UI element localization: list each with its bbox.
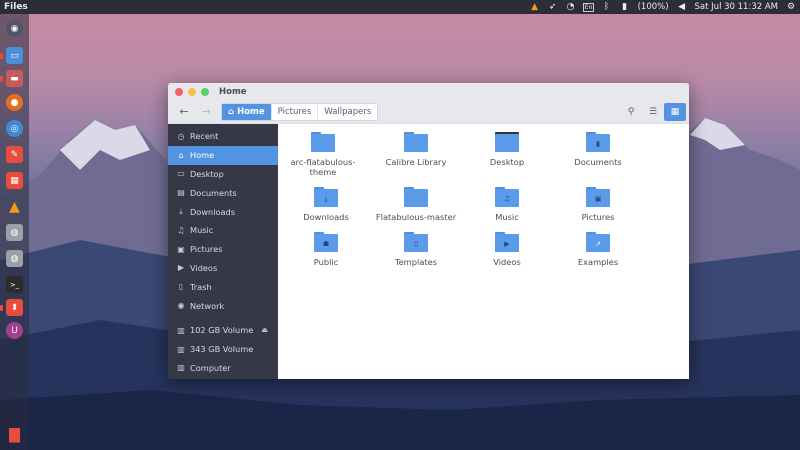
eject-icon[interactable]: ⏏: [261, 326, 268, 334]
downloads-folder-icon: ⤓: [314, 187, 338, 207]
ubuntu-dash-icon[interactable]: ◉: [6, 20, 23, 37]
sidebar-item-desktop[interactable]: ▭ Desktop: [168, 165, 278, 184]
folder-icon: [404, 132, 428, 152]
keyboard-layout-icon[interactable]: En: [580, 0, 598, 14]
desktop-launcher-icon[interactable]: ▭: [6, 47, 23, 64]
search-button[interactable]: ⚲: [620, 103, 642, 121]
computer-icon: ▥: [177, 363, 185, 373]
folder-item[interactable]: Flatabulous-master: [371, 187, 461, 222]
folder-item[interactable]: ☗ Public: [281, 232, 371, 267]
download-icon: ⤓: [179, 206, 183, 216]
sidebar-item-volume-343[interactable]: ▥ 343 GB Volume: [168, 340, 278, 359]
sidebar-item-videos[interactable]: ▶ Videos: [168, 259, 278, 278]
documents-folder-icon: ▮: [586, 132, 610, 152]
folder-item[interactable]: Calibre Library: [371, 132, 461, 167]
titlebar[interactable]: Home: [168, 83, 689, 100]
update-icon[interactable]: U: [6, 322, 23, 339]
bluetooth-icon[interactable]: ᛒ: [598, 0, 616, 14]
sidebar-item-home[interactable]: ⌂ Home: [168, 145, 278, 165]
top-panel: Files ▲ ➶ ◔ En ᛒ ▮ (100%) ◀ Sat Jul 30 1…: [0, 0, 800, 14]
music-icon: ♫: [177, 225, 185, 235]
folder-item[interactable]: ↗ Examples: [553, 232, 643, 267]
folder-icon: [311, 132, 335, 152]
maximize-button[interactable]: [201, 87, 209, 96]
sidebar-item-music[interactable]: ♫ Music: [168, 221, 278, 240]
rocket-icon[interactable]: ➶: [544, 0, 562, 14]
sidebar-item-downloads[interactable]: ⤓ Downloads: [168, 202, 278, 221]
folder-item[interactable]: Desktop: [462, 132, 552, 167]
trash-icon: ▯: [178, 282, 184, 292]
sidebar-item-documents[interactable]: ▤ Documents: [168, 183, 278, 202]
firefox-icon[interactable]: ●: [6, 94, 23, 111]
public-folder-icon: ☗: [314, 232, 338, 252]
chromium-icon[interactable]: ◎: [6, 120, 23, 137]
folder-item[interactable]: ▮ Documents: [553, 132, 643, 167]
folder-item[interactable]: arc-flatabulous-theme: [278, 132, 368, 177]
breadcrumb-home[interactable]: ⌂ Home: [222, 103, 271, 120]
sidebar: ◷ Recent ⌂ Home ▭ Desktop ▤ Documents ⤓ Downl…: [168, 124, 278, 379]
terminal-icon[interactable]: >_: [6, 276, 23, 293]
archive-icon[interactable]: ⬍: [6, 299, 23, 316]
videos-folder-icon: ▶: [495, 232, 519, 252]
sidebar-item-network[interactable]: ◉ Network: [168, 296, 278, 315]
files-window: Home ← → ⌂ Home Pictures Wallpapers ⚲ ☰ ▦…: [168, 83, 689, 379]
folder-item[interactable]: ▶ Videos: [462, 232, 552, 267]
folder-item[interactable]: ▣ Pictures: [553, 187, 643, 222]
back-button[interactable]: ←: [173, 103, 195, 121]
home-icon: ⌂: [228, 106, 235, 117]
video-icon: ▶: [177, 263, 185, 273]
app-grid-icon[interactable]: ▦: [6, 172, 23, 189]
list-view-button[interactable]: ☰: [642, 103, 664, 121]
close-button[interactable]: [175, 87, 183, 96]
examples-folder-icon: ↗: [586, 232, 610, 252]
sidebar-item-volume-102[interactable]: ▥ 102 GB Volume ⏏: [168, 321, 278, 340]
wifi-icon[interactable]: ◔: [562, 0, 580, 14]
breadcrumb: ⌂ Home Pictures Wallpapers: [221, 102, 379, 121]
pictures-folder-icon: ▣: [586, 187, 610, 207]
app-menu-name[interactable]: Files: [0, 2, 28, 12]
templates-folder-icon: ▯: [404, 232, 428, 252]
home-icon: ⌂: [178, 150, 184, 160]
forward-button[interactable]: →: [195, 103, 217, 121]
system-tray: ▲ ➶ ◔ En ᛒ ▮ (100%) ◀ Sat Jul 30 11:32 A…: [526, 0, 800, 14]
gear-icon[interactable]: ⚙: [782, 0, 800, 14]
document-icon: ▤: [177, 188, 185, 198]
clock-icon: ◷: [177, 131, 185, 141]
folder-item[interactable]: ♫ Music: [462, 187, 552, 222]
battery-icon[interactable]: ▮: [616, 0, 634, 14]
music-folder-icon: ♫: [495, 187, 519, 207]
vlc-icon[interactable]: ▲: [6, 198, 23, 215]
clock[interactable]: Sat Jul 30 11:32 AM: [691, 2, 782, 12]
trash-launcher-icon[interactable]: ▇: [6, 426, 23, 443]
picture-icon: ▣: [177, 244, 185, 254]
battery-percentage[interactable]: (100%): [634, 2, 673, 12]
sidebar-item-pictures[interactable]: ▣ Pictures: [168, 240, 278, 259]
grid-view-button[interactable]: ▦: [664, 102, 686, 121]
minimize-button[interactable]: [188, 87, 196, 96]
text-editor-icon[interactable]: ✎: [6, 146, 23, 163]
folder-item[interactable]: ▯ Templates: [371, 232, 461, 267]
breadcrumb-pictures[interactable]: Pictures: [270, 103, 318, 120]
toolbar: ← → ⌂ Home Pictures Wallpapers ⚲ ☰ ▦: [168, 100, 689, 124]
drive-icon: ▥: [177, 344, 185, 354]
folder-item[interactable]: ⤓ Downloads: [281, 187, 371, 222]
network-icon: ◉: [177, 301, 185, 311]
folder-icon: [404, 187, 428, 207]
disk-icon-2[interactable]: ◍: [6, 250, 23, 267]
file-grid: arc-flatabulous-theme Calibre Library De…: [278, 124, 689, 379]
files-launcher-icon[interactable]: ▬: [6, 70, 23, 87]
desktop-folder-icon: [495, 132, 519, 152]
launcher: ◉ ▭ ▬ ● ◎ ✎ ▦ ▲ ◍ ◍ >_ ⬍ U ▇: [0, 14, 29, 450]
sidebar-item-computer[interactable]: ▥ Computer: [168, 359, 278, 378]
volume-icon[interactable]: ◀: [673, 0, 691, 14]
disk-icon-1[interactable]: ◍: [6, 224, 23, 241]
sidebar-item-trash[interactable]: ▯ Trash: [168, 277, 278, 296]
vlc-tray-icon[interactable]: ▲: [526, 0, 544, 14]
breadcrumb-wallpapers[interactable]: Wallpapers: [317, 103, 377, 120]
drive-icon: ▥: [177, 325, 185, 335]
sidebar-item-recent[interactable]: ◷ Recent: [168, 127, 278, 146]
desktop-icon: ▭: [177, 169, 185, 179]
window-title: Home: [219, 86, 247, 97]
